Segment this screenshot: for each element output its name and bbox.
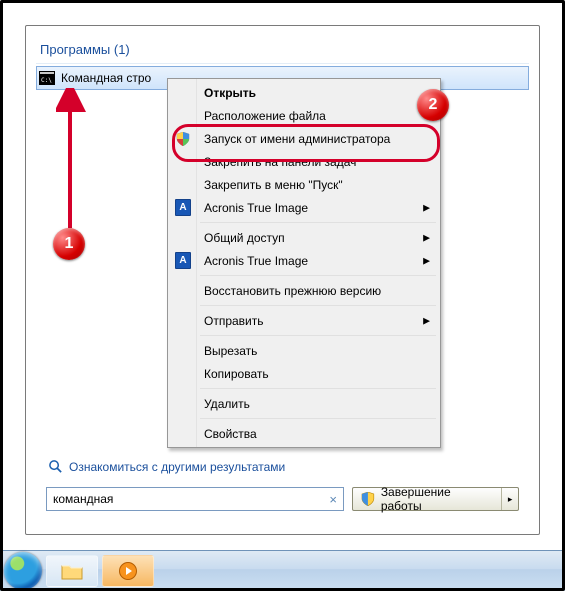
ctx-cut-label: Вырезать <box>204 344 257 358</box>
shutdown-button[interactable]: Завершение работы ▸ <box>352 487 519 511</box>
ctx-restore-previous-label: Восстановить прежнюю версию <box>204 284 381 298</box>
ctx-copy[interactable]: Копировать <box>170 362 438 385</box>
ctx-separator <box>200 335 436 336</box>
ctx-open-label: Открыть <box>204 86 256 100</box>
shutdown-label: Завершение работы <box>381 485 493 513</box>
acronis-icon: A <box>175 200 191 216</box>
heading-count: (1) <box>114 42 130 57</box>
submenu-arrow-icon: ▶ <box>423 202 430 213</box>
ctx-open[interactable]: Открыть <box>170 81 438 104</box>
ctx-properties-label: Свойства <box>204 427 257 441</box>
ctx-separator <box>200 388 436 389</box>
ctx-send-to-label: Отправить <box>204 314 264 328</box>
ctx-separator <box>200 275 436 276</box>
result-label: Командная стро <box>61 71 151 85</box>
heading-label: Программы <box>40 42 110 57</box>
ctx-restore-previous[interactable]: Восстановить прежнюю версию <box>170 279 438 302</box>
cmd-icon: C:\ <box>39 71 55 85</box>
ctx-properties[interactable]: Свойства <box>170 422 438 445</box>
shield-icon <box>361 492 375 506</box>
ctx-sharing-label: Общий доступ <box>204 231 285 245</box>
taskbar-explorer[interactable] <box>46 555 98 587</box>
ctx-run-as-admin[interactable]: Запуск от имени администратора <box>170 127 438 150</box>
ctx-separator <box>200 418 436 419</box>
more-results-label: Ознакомиться с другими результатами <box>69 460 285 474</box>
ctx-separator <box>200 305 436 306</box>
more-results-link[interactable]: Ознакомиться с другими результатами <box>48 459 285 474</box>
ctx-file-location[interactable]: Расположение файла <box>170 104 438 127</box>
taskbar-media-player[interactable] <box>102 555 154 587</box>
taskbar <box>0 550 565 591</box>
ctx-copy-label: Копировать <box>204 367 269 381</box>
results-heading: Программы (1) <box>36 36 529 64</box>
ctx-run-as-admin-label: Запуск от имени администратора <box>204 132 390 146</box>
ctx-pin-taskbar-label: Закрепить на панели задач <box>204 155 356 169</box>
ctx-separator <box>200 222 436 223</box>
submenu-arrow-icon: ▶ <box>423 232 430 243</box>
search-box[interactable]: × <box>46 487 344 511</box>
ctx-pin-taskbar[interactable]: Закрепить на панели задач <box>170 150 438 173</box>
ctx-delete[interactable]: Удалить <box>170 392 438 415</box>
ctx-delete-label: Удалить <box>204 397 250 411</box>
start-orb[interactable] <box>4 552 42 590</box>
ctx-send-to[interactable]: Отправить ▶ <box>170 309 438 332</box>
ctx-pin-start[interactable]: Закрепить в меню "Пуск" <box>170 173 438 196</box>
uac-shield-icon <box>175 131 191 147</box>
submenu-arrow-icon: ▶ <box>423 255 430 266</box>
media-player-icon <box>119 562 137 580</box>
shutdown-menu-button[interactable]: ▸ <box>501 488 518 510</box>
ctx-pin-start-label: Закрепить в меню "Пуск" <box>204 178 343 192</box>
search-input[interactable] <box>51 491 327 507</box>
folder-icon <box>61 562 83 580</box>
ctx-acronis-2[interactable]: A Acronis True Image ▶ <box>170 249 438 272</box>
search-icon <box>48 459 63 474</box>
ctx-acronis-2-label: Acronis True Image <box>204 254 308 268</box>
ctx-acronis-1[interactable]: A Acronis True Image ▶ <box>170 196 438 219</box>
submenu-arrow-icon: ▶ <box>423 315 430 326</box>
ctx-file-location-label: Расположение файла <box>204 109 326 123</box>
context-menu: Открыть Расположение файла Запуск от име… <box>167 78 441 448</box>
ctx-acronis-1-label: Acronis True Image <box>204 201 308 215</box>
ctx-sharing[interactable]: Общий доступ ▶ <box>170 226 438 249</box>
acronis-icon: A <box>175 253 191 269</box>
bottom-bar: × Завершение работы ▸ <box>46 484 519 514</box>
ctx-cut[interactable]: Вырезать <box>170 339 438 362</box>
clear-search-icon[interactable]: × <box>327 492 339 507</box>
svg-text:C:\: C:\ <box>41 77 52 84</box>
